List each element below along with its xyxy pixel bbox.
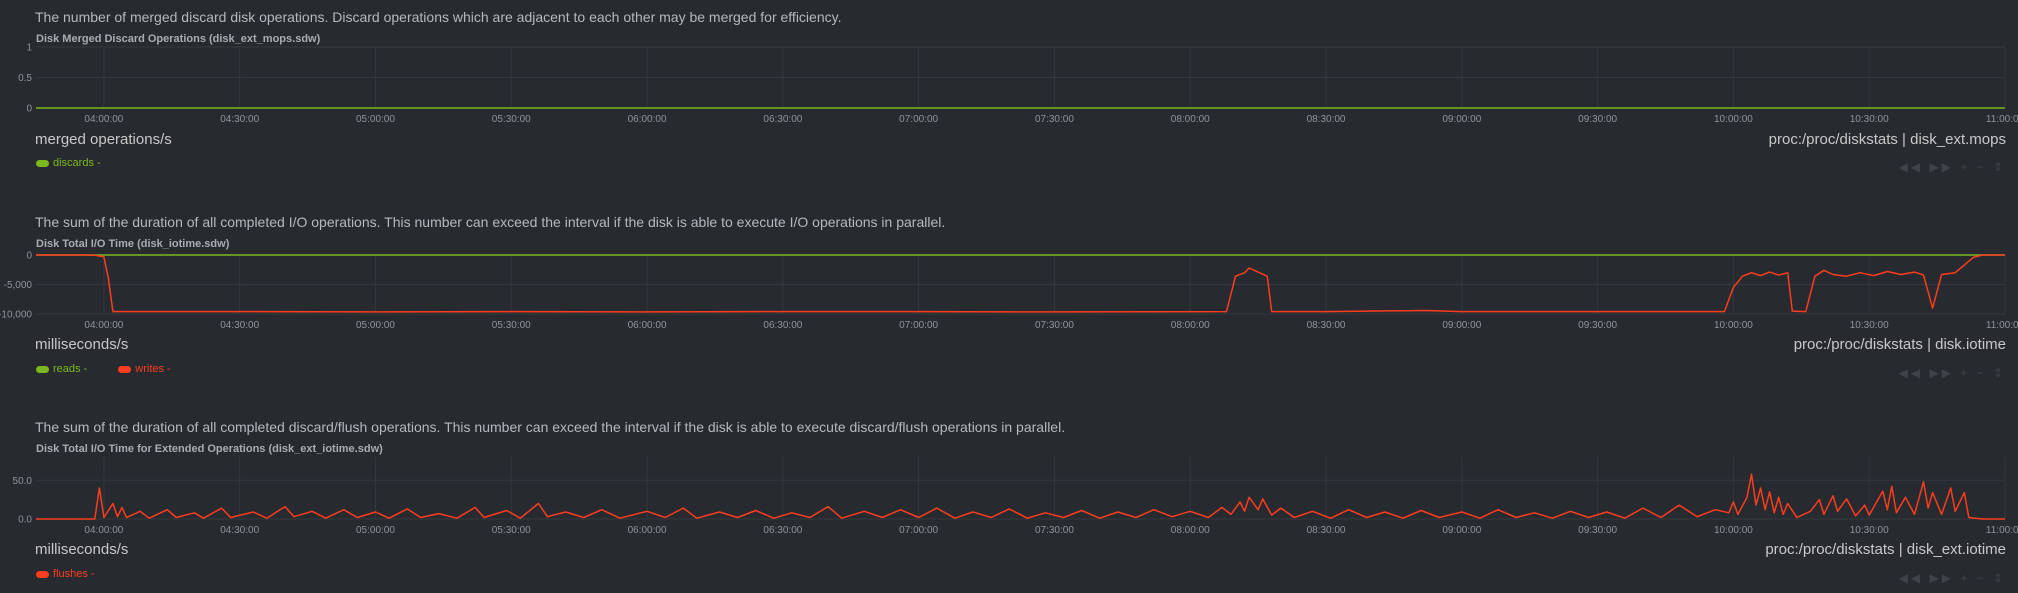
x-tick-label: 11:00:00 bbox=[1986, 525, 2018, 536]
y-tick-label: 0.0 bbox=[18, 515, 32, 526]
legend-item-flushes[interactable]: flushes - bbox=[36, 568, 95, 580]
units-label: milliseconds/s bbox=[35, 541, 129, 558]
x-tick-label: 04:00:00 bbox=[84, 525, 123, 536]
source-label: proc:/proc/diskstats | disk_ext.iotime bbox=[1765, 541, 2006, 558]
x-tick-label: 06:30:00 bbox=[763, 525, 802, 536]
y-tick-label: 50.0 bbox=[13, 476, 33, 487]
x-tick-label: 07:30:00 bbox=[1035, 525, 1074, 536]
x-tick-label: 04:30:00 bbox=[220, 525, 259, 536]
plot-ext-iotime[interactable]: 04:00:00 04:30:00 05:00:00 05:30:00 06:00:00… bbox=[0, 0, 2018, 540]
x-tick-label: 08:00:00 bbox=[1171, 525, 1210, 536]
x-tick-label: 05:30:00 bbox=[492, 525, 531, 536]
chart-section-ext-iotime: The sum of the duration of all completed… bbox=[0, 0, 2018, 593]
x-tick-label: 10:30:00 bbox=[1850, 525, 1889, 536]
chart-toolbar[interactable]: ◀◀ ▶▶ + − ⇕ bbox=[1899, 571, 2006, 585]
legend-label: flushes bbox=[53, 568, 88, 580]
x-tick-label: 10:00:00 bbox=[1714, 525, 1753, 536]
legend-swatch bbox=[36, 570, 49, 578]
x-tick-label: 07:00:00 bbox=[899, 525, 938, 536]
x-tick-label: 05:00:00 bbox=[356, 525, 395, 536]
x-tick-label: 09:00:00 bbox=[1442, 525, 1481, 536]
legend: flushes - bbox=[36, 568, 123, 580]
legend-value: - bbox=[90, 568, 95, 580]
x-tick-label: 08:30:00 bbox=[1307, 525, 1346, 536]
x-tick-label: 06:00:00 bbox=[628, 525, 667, 536]
x-tick-label: 09:30:00 bbox=[1578, 525, 1617, 536]
series-line-flushes bbox=[36, 473, 2005, 520]
